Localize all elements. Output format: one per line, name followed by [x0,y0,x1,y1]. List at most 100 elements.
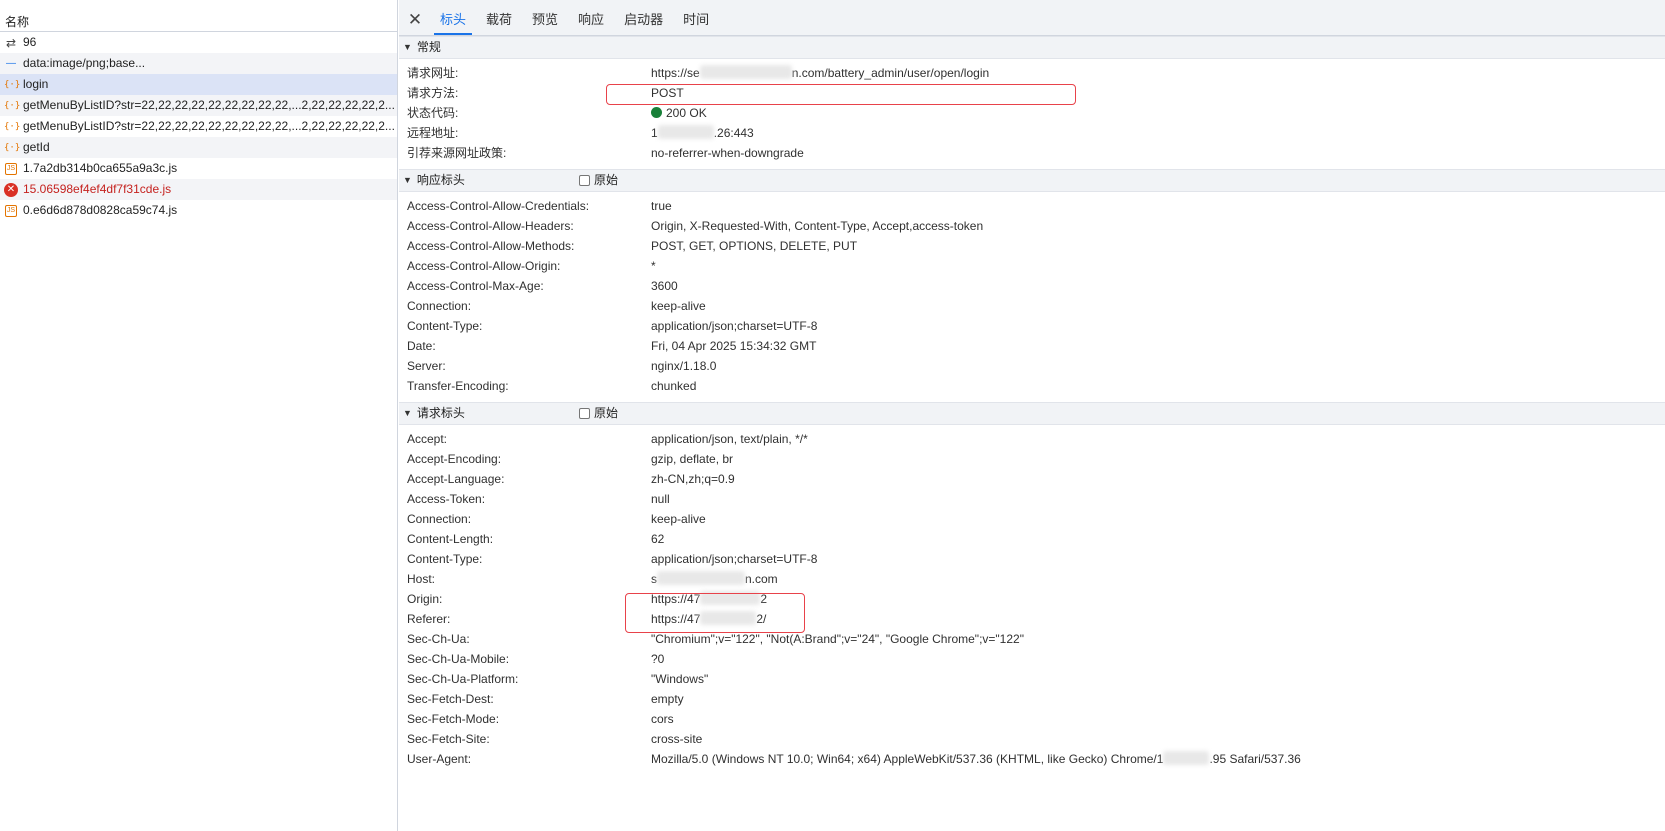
raw-label: 原始 [594,173,619,187]
header-key: Origin: [407,592,443,606]
data-uri-icon: — [6,57,16,69]
header-value: 1 .26:443 [651,123,754,143]
request-list-panel: 名称 ⇄ 96 — data:image/png;base... {·} login … [0,0,398,831]
request-row-error[interactable]: ✕ 15.06598ef4ef4df7f31cde.js [0,179,397,200]
detail-tabbar: ✕ 标头 载荷 预览 响应 启动器 时间 [399,0,1665,36]
header-key: Access-Token: [407,492,486,506]
header-key: 状态代码: [407,106,459,120]
response-headers-section-header[interactable]: ▼ 响应标头 原始 [399,169,1665,192]
header-value: null [651,492,670,506]
response-headers-list: Access-Control-Allow-Credentials: true Acc… [399,192,1665,402]
url-prefix: https://se [651,66,700,80]
header-row: Sec-Ch-Ua: "Chromium";v="122", "Not(A:Bra… [399,629,1665,649]
raw-toggle[interactable]: 原始 [579,169,618,192]
header-value: keep-alive [651,512,706,526]
tab-initiator[interactable]: 启动器 [614,5,673,35]
url-suffix: n.com/battery_admin/user/open/login [791,66,990,80]
header-row: Connection: keep-alive [399,509,1665,529]
triangle-down-icon: ▼ [403,175,412,185]
value-prefix: https://47 [651,612,701,626]
header-row: 引荐来源网址政策: no-referrer-when-downgrade [399,143,1665,163]
request-headers-list: Accept: application/json, text/plain, */*… [399,425,1665,775]
header-row: Access-Control-Max-Age: 3600 [399,276,1665,296]
header-row: Date: Fri, 04 Apr 2025 15:34:32 GMT [399,336,1665,356]
request-row[interactable]: ⇄ 96 [0,32,397,53]
header-row: Access-Control-Allow-Credentials: true [399,196,1665,216]
fetch-icon: {·} [4,100,21,111]
header-row: Content-Type: application/json;charset=UT… [399,316,1665,336]
request-name: 96 [23,35,37,49]
request-row[interactable]: — data:image/png;base... [0,53,397,74]
error-icon: ✕ [4,182,18,197]
request-headers-section-header[interactable]: ▼ 请求标头 原始 [399,402,1665,425]
header-key: Sec-Fetch-Site: [407,732,490,746]
header-key: 远程地址: [407,126,459,140]
devtools-network-panel: 名称 ⇄ 96 — data:image/png;base... {·} login … [0,0,1665,831]
request-row[interactable]: {·} getMenuByListID?str=22,22,22,22,22,22… [0,116,397,137]
header-row: Origin: https://47 2 [399,589,1665,609]
header-row: Sec-Fetch-Site: cross-site [399,729,1665,749]
header-key: Accept-Encoding: [407,452,502,466]
request-row[interactable]: {·} getMenuByListID?str=22,22,22,22,22,22… [0,95,397,116]
header-key: Access-Control-Allow-Methods: [407,239,575,253]
tab-headers[interactable]: 标头 [430,5,476,35]
header-row: Sec-Ch-Ua-Mobile: ?0 [399,649,1665,669]
header-key: Sec-Fetch-Dest: [407,692,494,706]
request-name: getMenuByListID?str=22,22,22,22,22,22,22… [23,98,395,112]
status-ok-icon [651,107,662,118]
header-value: https://se n.com/battery_admin/user/open/… [651,63,989,83]
header-row: Access-Control-Allow-Headers: Origin, X-R… [399,216,1665,236]
header-row: Accept: application/json, text/plain, */* [399,429,1665,449]
section-title: 请求标头 [416,406,465,420]
header-row: Content-Type: application/json;charset=UT… [399,549,1665,569]
tab-preview[interactable]: 预览 [522,5,568,35]
close-icon[interactable]: ✕ [403,5,427,35]
fetch-icon: {·} [4,121,21,132]
tab-response[interactable]: 响应 [568,5,614,35]
triangle-down-icon: ▼ [403,42,412,52]
name-column-header[interactable]: 名称 [0,0,397,32]
raw-toggle[interactable]: 原始 [579,402,618,425]
header-key: Content-Length: [407,532,494,546]
general-section-header[interactable]: ▼ 常规 [399,36,1665,59]
value-suffix: 2 [760,592,768,606]
header-value: chunked [651,379,697,393]
request-row[interactable]: JS 1.7a2db314b0ca655a9a3c.js [0,158,397,179]
header-value: Fri, 04 Apr 2025 15:34:32 GMT [651,339,817,353]
header-value: 200 OK [651,103,707,123]
raw-label: 原始 [594,406,619,420]
request-row-selected[interactable]: {·} login [0,74,397,95]
header-key: Sec-Ch-Ua-Mobile: [407,652,510,666]
header-row: User-Agent: Mozilla/5.0 (Windows NT 10.0;… [399,749,1665,769]
tab-payload[interactable]: 载荷 [476,5,522,35]
header-key: Access-Control-Allow-Headers: [407,219,574,233]
header-key: Referer: [407,612,451,626]
header-row: 请求方法: POST [399,83,1665,103]
header-value: cross-site [651,732,703,746]
redacted-mask [700,591,761,605]
header-value: * [651,259,656,273]
header-row: Access-Control-Allow-Origin: * [399,256,1665,276]
tab-timing[interactable]: 时间 [673,5,719,35]
request-row[interactable]: {·} getId [0,137,397,158]
header-value: POST [651,86,684,100]
raw-checkbox[interactable] [579,408,590,419]
request-name: data:image/png;base... [23,56,146,70]
request-row[interactable]: JS 0.e6d6d878d0828ca59c74.js [0,200,397,221]
header-key: Host: [407,572,436,586]
fetch-icon: {·} [4,79,21,90]
raw-checkbox[interactable] [579,175,590,186]
request-list: ⇄ 96 — data:image/png;base... {·} login {·}… [0,32,397,221]
section-title: 常规 [416,40,441,54]
header-row: 远程地址: 1 .26:443 [399,123,1665,143]
value-prefix: https://47 [651,592,701,606]
address-suffix: .26:443 [713,126,754,140]
redacted-mask [699,65,792,79]
header-key: Access-Control-Max-Age: [407,279,544,293]
header-row: Accept-Encoding: gzip, deflate, br [399,449,1665,469]
header-key: Sec-Ch-Ua-Platform: [407,672,519,686]
value-prefix: Mozilla/5.0 (Windows NT 10.0; Win64; x64… [651,752,1164,766]
value-suffix: .95 Safari/537.36 [1209,752,1301,766]
header-key: User-Agent: [407,752,472,766]
header-row: Access-Control-Allow-Methods: POST, GET, … [399,236,1665,256]
